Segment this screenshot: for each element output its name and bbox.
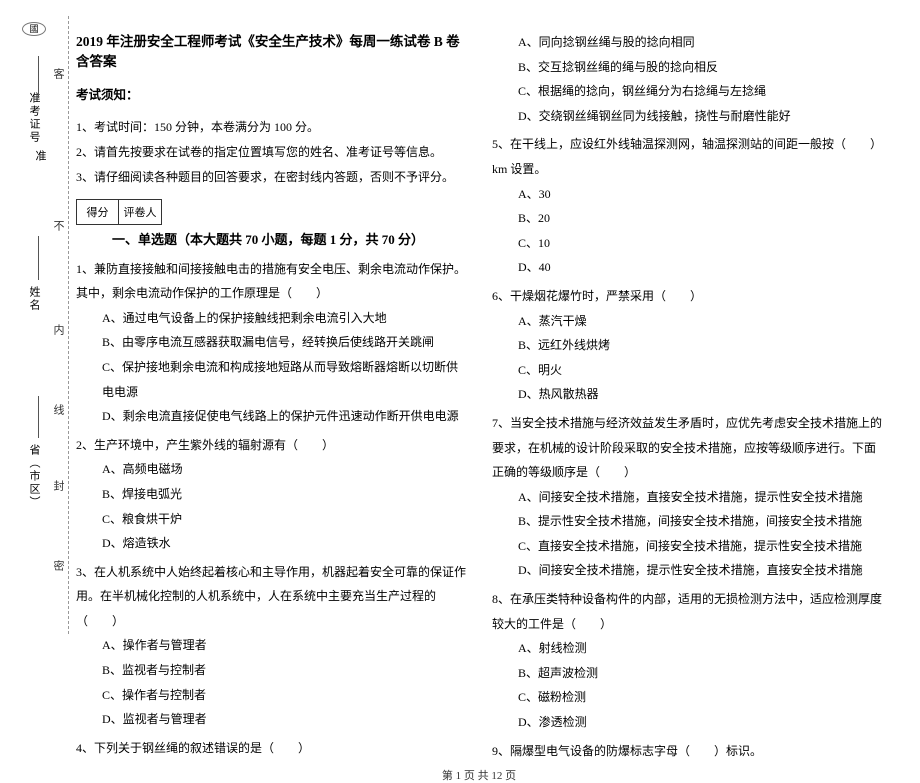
notice-line: 2、请首先按要求在试卷的指定位置填写您的姓名、准考证号等信息。 <box>76 140 466 165</box>
field-exam-id-label: 准考证号 <box>26 92 42 144</box>
option: B、监视者与控制者 <box>76 658 466 683</box>
notice-line: 1、考试时间：150 分钟，本卷满分为 100 分。 <box>76 115 466 140</box>
option: C、操作者与控制者 <box>76 683 466 708</box>
score-row: 得分 评卷人 一、单选题（本大题共 70 小题，每题 1 分，共 70 分） <box>76 191 466 253</box>
option: B、焊接电弧光 <box>76 482 466 507</box>
option: A、射线检测 <box>492 636 882 661</box>
option: C、10 <box>492 231 882 256</box>
field-line-3 <box>38 396 39 438</box>
option: C、根据绳的捻向，钢丝绳分为右捻绳与左捻绳 <box>492 79 882 104</box>
option: B、由零序电流互感器获取漏电信号，经转换后使线路开关跳闸 <box>76 330 466 355</box>
margin-word-6: 密 <box>50 560 66 574</box>
option: D、剩余电流直接促使电气线路上的保护元件迅速动作断开供电电源 <box>76 404 466 429</box>
oval-mark-top: 國 <box>22 22 46 36</box>
exam-page: 國 客 不 内 线 封 密 准考证号 准 姓名 省（市区） 2019 年注册安全… <box>0 0 920 650</box>
margin-word-5: 封 <box>50 480 66 494</box>
binding-margin: 國 客 不 内 线 封 密 准考证号 准 姓名 省（市区） <box>0 0 72 650</box>
question-7: 7、当安全技术措施与经济效益发生矛盾时，应优先考虑安全技术措施上的要求，在机械的… <box>492 411 882 485</box>
content-columns: 2019 年注册安全工程师考试《安全生产技术》每周一练试卷 B 卷 含答案 考试… <box>76 30 882 763</box>
section-title: 一、单选题（本大题共 70 小题，每题 1 分，共 70 分） <box>112 227 424 253</box>
option: A、通过电气设备上的保护接触线把剩余电流引入大地 <box>76 306 466 331</box>
option: A、同向捻钢丝绳与股的捻向相同 <box>492 30 882 55</box>
field-region-label: 省（市区） <box>26 444 42 509</box>
option: B、远红外线烘烤 <box>492 333 882 358</box>
right-column: A、同向捻钢丝绳与股的捻向相同 B、交互捻钢丝绳的绳与股的捻向相反 C、根据绳的… <box>492 30 882 763</box>
notice-line: 3、请仔细阅读各种题目的回答要求，在密封线内答题，否则不予评分。 <box>76 165 466 190</box>
option: D、40 <box>492 255 882 280</box>
question-1: 1、兼防直接接触和间接接触电击的措施有安全电压、剩余电流动作保护。其中，剩余电流… <box>76 257 466 306</box>
option: D、监视者与管理者 <box>76 707 466 732</box>
option: D、熔造铁水 <box>76 531 466 556</box>
option: D、交绕钢丝绳钢丝同为线接触，挠性与耐磨性能好 <box>492 104 882 129</box>
option: A、30 <box>492 182 882 207</box>
option: A、蒸汽干燥 <box>492 309 882 334</box>
fold-dashed-line <box>68 16 69 634</box>
margin-word-4: 线 <box>50 404 66 418</box>
field-line-2 <box>38 236 39 280</box>
option: C、直接安全技术措施，间接安全技术措施，提示性安全技术措施 <box>492 534 882 559</box>
option: B、提示性安全技术措施，间接安全技术措施，间接安全技术措施 <box>492 509 882 534</box>
question-6: 6、干燥烟花爆竹时，严禁采用（ ） <box>492 284 882 309</box>
score-cell-grader: 评卷人 <box>119 200 161 224</box>
question-8: 8、在承压类特种设备构件的内部，适用的无损检测方法中，适应检测厚度较大的工件是（… <box>492 587 882 636</box>
option: C、磁粉检测 <box>492 685 882 710</box>
field-line-1 <box>38 56 39 98</box>
option: A、操作者与管理者 <box>76 633 466 658</box>
option: B、交互捻钢丝绳的绳与股的捻向相反 <box>492 55 882 80</box>
option: D、渗透检测 <box>492 710 882 735</box>
notice-heading: 考试须知： <box>76 84 466 103</box>
question-4: 4、下列关于钢丝绳的叙述错误的是（ ） <box>76 736 466 761</box>
page-footer: 第 1 页 共 12 页 <box>76 763 882 783</box>
option: C、粮食烘干炉 <box>76 507 466 532</box>
question-3: 3、在人机系统中人始终起着核心和主导作用，机器起着安全可靠的保证作用。在半机械化… <box>76 560 466 634</box>
option: B、20 <box>492 206 882 231</box>
field-name-label: 姓名 <box>26 286 42 312</box>
option: C、明火 <box>492 358 882 383</box>
margin-word-2: 不 <box>50 220 66 234</box>
question-2: 2、生产环境中，产生紫外线的辐射源有（ ） <box>76 433 466 458</box>
question-9: 9、隔爆型电气设备的防爆标志字母（ ）标识。 <box>492 739 882 764</box>
left-column: 2019 年注册安全工程师考试《安全生产技术》每周一练试卷 B 卷 含答案 考试… <box>76 30 466 763</box>
option: C、保护接地剩余电流和构成接地短路从而导致熔断器熔断以切断供电电源 <box>76 355 466 404</box>
field-exam-id-small: 准 <box>32 150 48 163</box>
option: D、热风散热器 <box>492 382 882 407</box>
exam-title: 2019 年注册安全工程师考试《安全生产技术》每周一练试卷 B 卷 含答案 <box>76 30 466 70</box>
option: B、超声波检测 <box>492 661 882 686</box>
option: A、高频电磁场 <box>76 457 466 482</box>
option: A、间接安全技术措施，直接安全技术措施，提示性安全技术措施 <box>492 485 882 510</box>
score-cell-score: 得分 <box>77 200 119 224</box>
margin-word-3: 内 <box>50 324 66 338</box>
question-5: 5、在干线上，应设红外线轴温探测网，轴温探测站的间距一般按（ ）km 设置。 <box>492 132 882 181</box>
score-box: 得分 评卷人 <box>76 199 162 225</box>
option: D、间接安全技术措施，提示性安全技术措施，直接安全技术措施 <box>492 558 882 583</box>
margin-word-1: 客 <box>50 68 66 82</box>
